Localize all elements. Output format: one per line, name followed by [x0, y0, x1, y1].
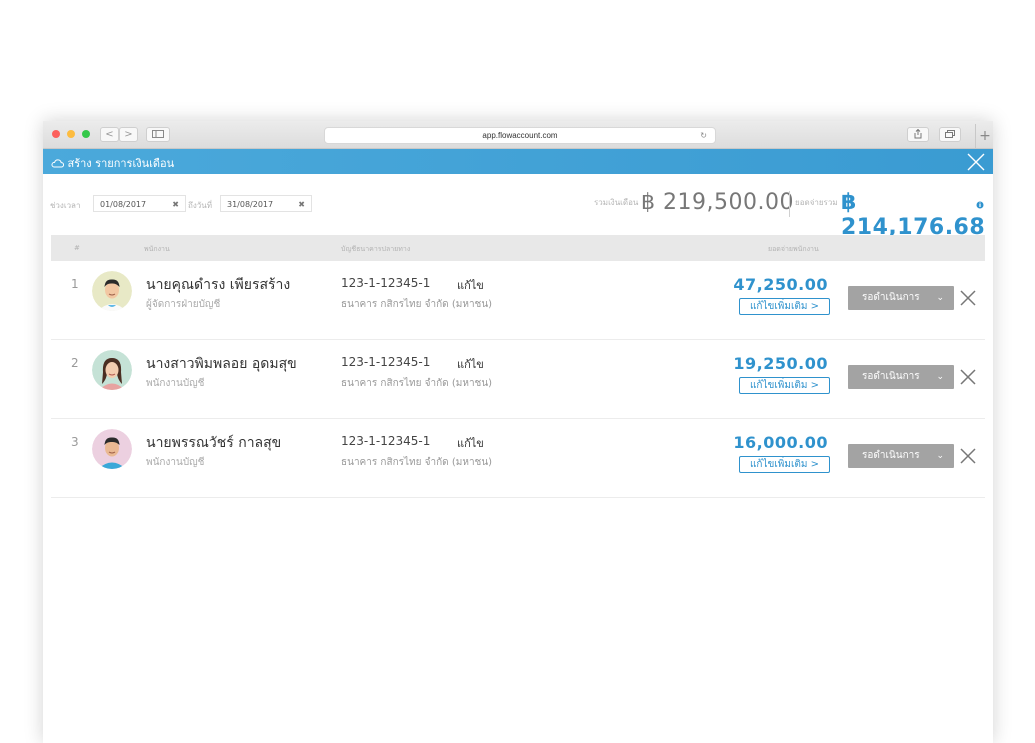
sidebar-toggle-button[interactable] — [146, 127, 170, 142]
status-dropdown[interactable]: รอดำเนินการ ⌄ — [848, 286, 954, 310]
share-button[interactable] — [907, 127, 929, 142]
address-bar[interactable]: app.flowaccount.com ↻ — [324, 127, 716, 144]
table-row: 3 นายพรรณวัชร์ กาลสุข พนักงานบัญชี 123-1… — [51, 419, 985, 498]
total-pay-value: ฿ 214,176.68 — [841, 190, 986, 240]
table-row: 1 นายคุณดำรง เพียรสร้าง ผู้จัดการฝ่ายบัญ… — [51, 261, 985, 340]
edit-more-button[interactable]: แก้ไขเพิ่มเติม > — [739, 456, 830, 473]
table-header: # พนักงาน บัญชีธนาคารปลายทาง ยอดจ่ายพนัก… — [51, 235, 985, 261]
bank-name: ธนาคาร กสิกรไทย จำกัด (มหาชน) — [341, 299, 493, 310]
status-label: รอดำเนินการ — [862, 371, 920, 382]
status-label: รอดำเนินการ — [862, 450, 920, 461]
edit-more-button[interactable]: แก้ไขเพิ่มเติม > — [739, 298, 830, 315]
cloud-icon — [51, 159, 65, 168]
tabs-button[interactable] — [939, 127, 961, 142]
row-number: 3 — [71, 435, 79, 449]
chevron-down-icon: ⌄ — [936, 372, 944, 382]
start-date-value: 01/08/2017 — [100, 200, 147, 209]
status-label: รอดำเนินการ — [862, 292, 920, 303]
table-row: 2 นางสาวพิมพลอย อุดมสุข พนักงานบัญชี 123… — [51, 340, 985, 419]
sidebar-icon — [152, 130, 164, 138]
forward-button[interactable]: > — [119, 127, 138, 142]
to-date-label: ถึงวันที่ — [188, 201, 212, 210]
col-header-employee: พนักงาน — [144, 245, 170, 253]
employee-position: พนักงานบัญชี — [146, 457, 205, 468]
window-maximize-button[interactable] — [82, 130, 90, 138]
edit-account-link[interactable]: แก้ไข — [457, 355, 484, 373]
avatar — [92, 350, 132, 390]
page-title: สร้าง รายการเงินเดือน — [51, 154, 174, 172]
remove-row-icon[interactable] — [958, 288, 978, 308]
share-icon — [914, 128, 922, 139]
col-header-pay-amount: ยอดจ่ายพนักงาน — [768, 245, 819, 253]
col-header-number: # — [74, 244, 80, 252]
remove-row-icon[interactable] — [958, 367, 978, 387]
pay-amount: 19,250.00 — [733, 354, 828, 373]
clear-end-date-icon[interactable]: ✖ — [298, 196, 305, 213]
employee-name: นายคุณดำรง เพียรสร้าง — [146, 277, 291, 293]
pay-amount: 47,250.00 — [733, 275, 828, 294]
pay-amount: 16,000.00 — [733, 433, 828, 452]
status-dropdown[interactable]: รอดำเนินการ ⌄ — [848, 444, 954, 468]
tabs-icon — [945, 130, 955, 138]
total-salary-label: รวมเงินเดือน — [594, 198, 639, 207]
employee-name: นางสาวพิมพลอย อุดมสุข — [146, 356, 297, 372]
end-date-value: 31/08/2017 — [227, 200, 274, 209]
back-button[interactable]: < — [100, 127, 119, 142]
start-date-field[interactable]: 01/08/2017 ✖ — [93, 195, 186, 212]
app-header: สร้าง รายการเงินเดือน — [43, 149, 993, 174]
edit-account-link[interactable]: แก้ไข — [457, 276, 484, 294]
total-salary-value: ฿ 219,500.00 — [641, 190, 794, 215]
reload-icon[interactable]: ↻ — [700, 128, 707, 143]
employee-position: ผู้จัดการฝ่ายบัญชี — [146, 299, 221, 310]
col-header-bank-account: บัญชีธนาคารปลายทาง — [341, 245, 411, 253]
new-tab-button[interactable]: + — [975, 124, 994, 148]
employee-name: นายพรรณวัชร์ กาลสุข — [146, 435, 282, 451]
url-text: app.flowaccount.com — [482, 131, 558, 140]
page-title-text: สร้าง รายการเงินเดือน — [67, 157, 175, 170]
bank-account-number: 123-1-12345-1 — [341, 434, 431, 448]
avatar — [92, 429, 132, 469]
browser-window: < > app.flowaccount.com ↻ + สร้าง รายการ… — [43, 121, 993, 743]
period-label: ช่วงเวลา — [50, 201, 81, 210]
close-icon[interactable] — [967, 153, 985, 171]
clear-start-date-icon[interactable]: ✖ — [172, 196, 179, 213]
employee-position: พนักงานบัญชี — [146, 378, 205, 389]
remove-row-icon[interactable] — [958, 446, 978, 466]
window-close-button[interactable] — [52, 130, 60, 138]
edit-more-button[interactable]: แก้ไขเพิ่มเติม > — [739, 377, 830, 394]
avatar — [92, 271, 132, 311]
window-minimize-button[interactable] — [67, 130, 75, 138]
row-number: 2 — [71, 356, 79, 370]
chevron-down-icon: ⌄ — [936, 451, 944, 461]
chevron-down-icon: ⌄ — [936, 293, 944, 303]
browser-toolbar: < > app.flowaccount.com ↻ + — [43, 121, 993, 149]
bank-account-number: 123-1-12345-1 — [341, 276, 431, 290]
total-pay-label: ยอดจ่ายรวม — [795, 198, 838, 207]
bank-account-number: 123-1-12345-1 — [341, 355, 431, 369]
bank-name: ธนาคาร กสิกรไทย จำกัด (มหาชน) — [341, 378, 493, 389]
row-number: 1 — [71, 277, 79, 291]
edit-account-link[interactable]: แก้ไข — [457, 434, 484, 452]
info-icon[interactable] — [976, 201, 984, 209]
status-dropdown[interactable]: รอดำเนินการ ⌄ — [848, 365, 954, 389]
summary-divider — [789, 191, 790, 217]
end-date-field[interactable]: 31/08/2017 ✖ — [220, 195, 312, 212]
bank-name: ธนาคาร กสิกรไทย จำกัด (มหาชน) — [341, 457, 493, 468]
